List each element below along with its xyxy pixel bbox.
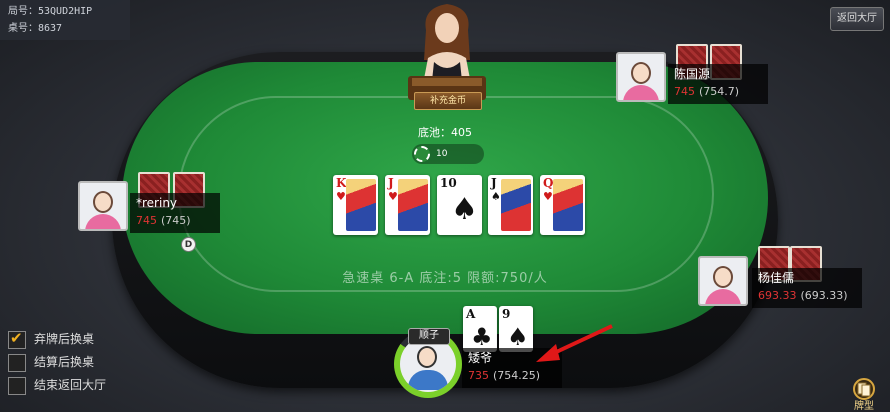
bet-amount: 10: [436, 149, 448, 159]
community-card: J ♥: [385, 175, 430, 235]
card-rank: 9: [502, 307, 511, 321]
chip-icon: [414, 146, 430, 162]
card-rank: J: [491, 176, 497, 190]
table-rules-text: 急速桌 6-A 底注:5 限额:750/人: [342, 271, 548, 286]
option-change-table-after-settle[interactable]: 结算后换桌: [8, 353, 94, 373]
checkbox-icon[interactable]: [8, 329, 26, 349]
card-rank: J: [388, 176, 394, 190]
card-type-label: 牌型: [854, 401, 874, 412]
card-rank: A: [466, 307, 476, 321]
player-stack: 745 (754.7): [674, 85, 740, 98]
option-label: 弃牌后换桌: [34, 332, 95, 346]
community-card: Q ♥: [540, 175, 585, 235]
option-change-table-after-fold[interactable]: 弃牌后换桌: [8, 329, 95, 350]
jack-figure-icon: [398, 179, 428, 231]
arrow-icon: [536, 324, 613, 362]
card-rank: Q: [543, 176, 554, 190]
queen-figure-icon: [553, 179, 583, 231]
option-label: 结算后换桌: [34, 355, 95, 369]
card-type-button[interactable]: 牌型: [844, 378, 884, 412]
table-number: 桌号：8637: [8, 23, 63, 34]
back-to-lobby-button[interactable]: 返回大厅: [830, 7, 884, 31]
my-hole-card: A ♣: [463, 306, 497, 352]
round-number: 局号：53QUD2HIP: [8, 6, 93, 17]
hand-type-badge: 顺子: [408, 328, 450, 345]
player-avatar[interactable]: [616, 52, 666, 102]
card-suit: ♠: [491, 190, 501, 203]
player-name: *reriny: [136, 196, 178, 210]
player-plate: 陈国源 745 (754.7): [668, 64, 768, 104]
dealer-button-icon: D: [181, 237, 196, 252]
card-suit: ♥: [336, 190, 346, 203]
checkbox-icon[interactable]: [8, 376, 26, 395]
card-rank: K: [336, 176, 347, 190]
community-card: J ♠: [488, 175, 533, 235]
community-card: K ♥: [333, 175, 378, 235]
checkbox-icon[interactable]: [8, 353, 26, 372]
player-stack: 745 (745): [136, 214, 191, 227]
player-avatar[interactable]: [698, 256, 748, 306]
jack-figure-icon: [501, 179, 531, 231]
player-stack: 693.33 (693.33): [758, 289, 848, 302]
player-plate: 杨佳儒 693.33 (693.33): [752, 268, 862, 308]
option-label: 结束返回大厅: [34, 378, 107, 392]
player-name: 陈国源: [674, 67, 711, 81]
card-suit: ♥: [543, 190, 553, 203]
player-name: 杨佳儒: [758, 271, 795, 285]
my-hole-card: 9 ♠: [499, 306, 533, 352]
table-info-panel: 局号：53QUD2HIP 桌号：8637: [0, 0, 130, 40]
option-return-lobby-after-end[interactable]: 结束返回大厅: [8, 376, 106, 396]
community-card: 10 ♠: [437, 175, 482, 235]
pot-label: 底池：405: [418, 126, 472, 139]
card-suit: ♠: [451, 192, 478, 227]
player-plate: *reriny 745 (745): [130, 193, 220, 233]
card-rank: 10: [440, 176, 457, 190]
recharge-coins-button[interactable]: 补充金币: [414, 92, 482, 110]
king-figure-icon: [346, 179, 376, 231]
card-suit: ♥: [388, 190, 398, 203]
player-avatar[interactable]: [78, 181, 128, 231]
